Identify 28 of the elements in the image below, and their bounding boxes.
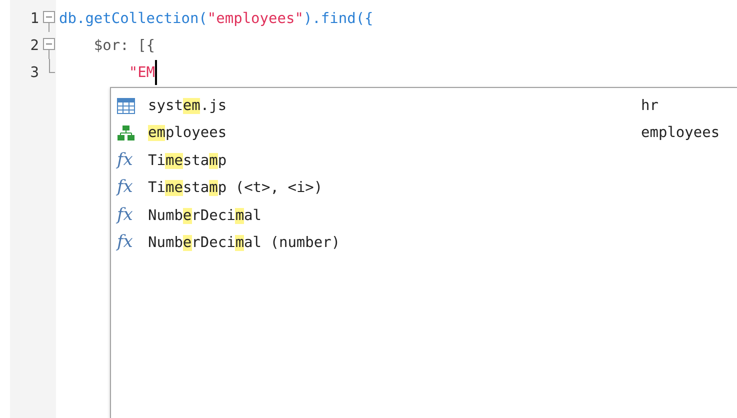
suggestion-item[interactable]: fx Timestamp (<t>, <i>): [111, 174, 737, 202]
suggestion-detail: employees: [641, 125, 721, 142]
suggestion-item[interactable]: system.js hr: [111, 92, 737, 120]
line-number: 2: [30, 38, 39, 54]
table-icon: [117, 98, 135, 114]
code-token: "employees": [207, 10, 304, 26]
suggestion-detail: hr: [641, 98, 660, 114]
suggestion-item[interactable]: fx Timestamp: [111, 147, 737, 174]
suggestion-label: Timestamp (<t>, <i>): [148, 180, 324, 196]
line-number: 3: [30, 64, 39, 80]
function-icon: fx: [117, 206, 135, 225]
code-token: db.getCollection(: [59, 10, 208, 26]
suggestion-item[interactable]: fx Numbe rDecimal: [111, 202, 737, 230]
suggestion-label: Timestamp: [148, 152, 228, 169]
suggestion-item[interactable]: employees employees: [111, 120, 737, 147]
line-number: 1: [30, 10, 39, 26]
suggestion-label: Numbe rDecimal (number): [148, 235, 342, 252]
suggestion-item[interactable]: fx Numbe rDecimal (number): [111, 230, 737, 257]
function-icon: fx: [117, 234, 135, 252]
code-token: ).find({: [303, 10, 374, 26]
suggestion-label: employees: [148, 125, 228, 142]
suggestion-label: Numbe rDecimal: [148, 208, 263, 224]
code-token: "EM: [128, 64, 156, 80]
suggestion-label: system.js: [148, 98, 228, 114]
hierarchy-icon: [117, 125, 135, 142]
code-token: $or: [{: [92, 38, 156, 54]
function-icon: fx: [117, 152, 135, 170]
function-icon: fx: [117, 179, 135, 198]
